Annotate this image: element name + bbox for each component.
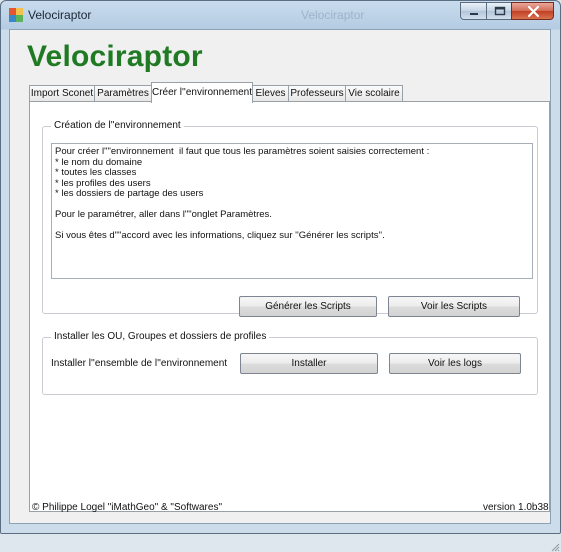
tab-eleves[interactable]: Eleves bbox=[252, 85, 289, 102]
resize-grip-icon[interactable] bbox=[550, 542, 560, 552]
creation-groupbox: Création de l''environnement Pour créer … bbox=[42, 120, 538, 317]
app-icon bbox=[9, 8, 23, 22]
info-line: * toutes les classes bbox=[55, 167, 137, 178]
info-line: * les dossiers de partage des users bbox=[55, 188, 204, 199]
close-icon bbox=[527, 5, 540, 18]
tab-import-sconet[interactable]: Import Sconet bbox=[29, 85, 95, 102]
info-line: Si vous êtes d""accord avec les informat… bbox=[55, 230, 385, 241]
minimize-icon bbox=[470, 13, 478, 15]
tab-vie-scolaire[interactable]: Vie scolaire bbox=[345, 85, 403, 102]
title-bar[interactable]: Velociraptor Velociraptor bbox=[1, 1, 560, 29]
maximize-icon bbox=[494, 6, 506, 16]
view-scripts-button[interactable]: Voir les Scripts bbox=[388, 296, 520, 317]
copyright-label: © Philippe Logel "iMathGeo" & "Softwares… bbox=[32, 502, 222, 513]
tab-panel-creer-environnement: Création de l''environnement Pour créer … bbox=[29, 101, 550, 512]
install-label: Installer l''ensemble de l''environnemen… bbox=[51, 358, 228, 369]
tab-creer-environnement[interactable]: Créer l''environnement bbox=[151, 82, 253, 103]
info-line: Pour créer l""environnement il faut que … bbox=[55, 146, 430, 157]
version-label: version 1.0b38 bbox=[483, 502, 549, 513]
minimize-button[interactable] bbox=[460, 2, 487, 20]
generate-scripts-button[interactable]: Générer les Scripts bbox=[239, 296, 377, 317]
maximize-button[interactable] bbox=[486, 2, 512, 20]
info-line: Pour le paramétrer, aller dans l""onglet… bbox=[55, 209, 272, 220]
window-title: Velociraptor bbox=[28, 8, 92, 22]
install-button[interactable]: Installer bbox=[240, 353, 378, 374]
window-title-ghost: Velociraptor bbox=[301, 8, 365, 22]
view-logs-button[interactable]: Voir les logs bbox=[389, 353, 521, 374]
app-window: Velociraptor Velociraptor Velociraptor I… bbox=[0, 0, 561, 552]
app-brand-title: Velociraptor bbox=[27, 40, 203, 73]
info-textarea[interactable]: Pour créer l""environnement il faut que … bbox=[51, 143, 533, 279]
client-area: Velociraptor Import Sconet Paramètres Cr… bbox=[9, 29, 560, 552]
tab-parametres[interactable]: Paramètres bbox=[94, 85, 152, 102]
install-group-legend: Installer les OU, Groupes et dossiers de… bbox=[51, 331, 270, 342]
close-button[interactable] bbox=[511, 2, 554, 20]
creation-group-legend: Création de l''environnement bbox=[51, 120, 184, 131]
install-groupbox: Installer les OU, Groupes et dossiers de… bbox=[42, 331, 538, 395]
tab-professeurs[interactable]: Professeurs bbox=[288, 85, 346, 102]
